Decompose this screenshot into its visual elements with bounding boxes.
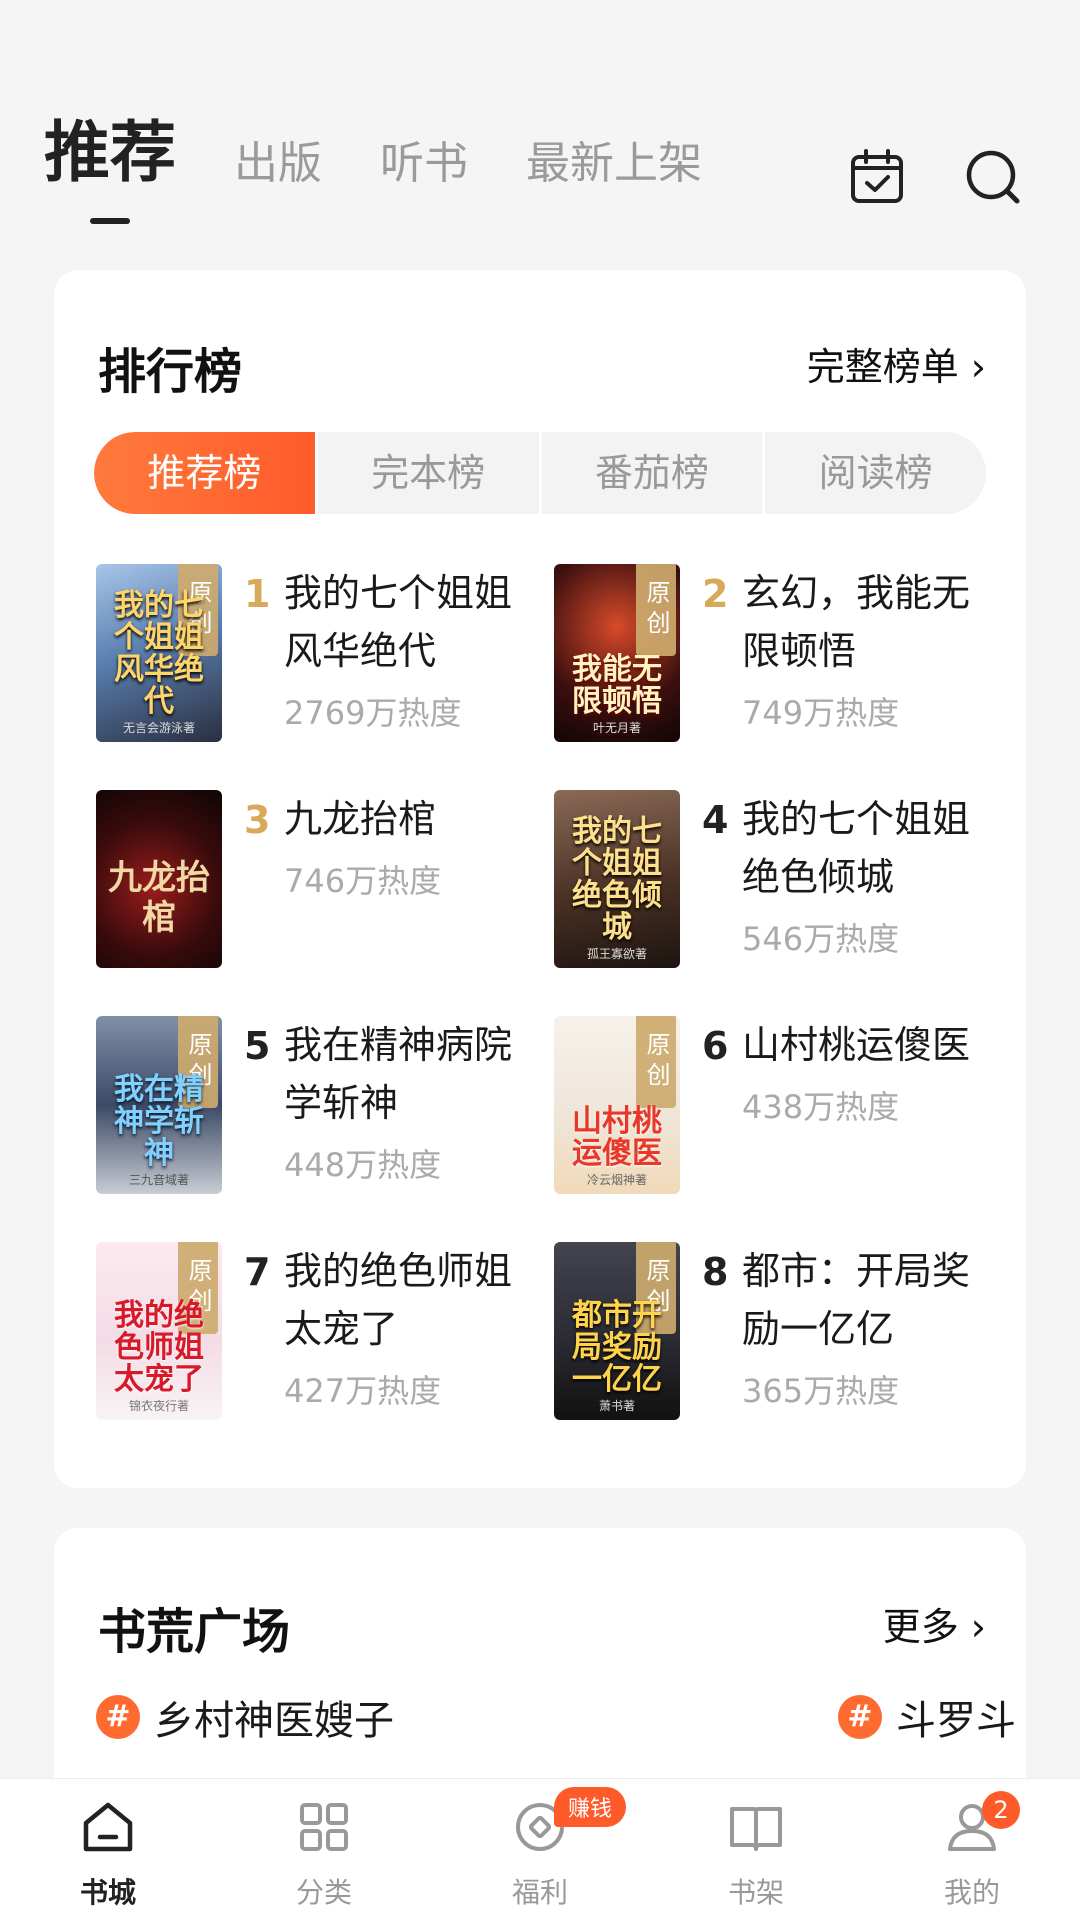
plaza-title: 书荒广场	[98, 1604, 291, 1660]
book-cover: 原创 我在精神学斩神 三九音域著	[96, 1016, 222, 1194]
book-heat: 427万热度	[284, 1372, 442, 1410]
plaza-tag-1[interactable]: # 乡村神医嫂子	[96, 1688, 394, 1746]
nav-profile[interactable]: 2 我的	[864, 1779, 1080, 1921]
book-cover: 原创 都市开局奖励一亿亿 萧书著	[554, 1242, 680, 1420]
book-cover: 原创 山村桃运傻医 冷云烟神著	[554, 1016, 680, 1194]
ranking-card: 排行榜 完整榜单 › 推荐榜 完本榜 番茄榜 阅读榜 原创 我的七个姐姐风华绝代…	[54, 270, 1026, 1488]
ranking-title: 排行榜	[98, 344, 243, 400]
book-item-4[interactable]: 我的七个姐姐绝色倾城 孤王寡欲著 4 我的七个姐姐绝色倾城 546万热度	[554, 790, 994, 980]
book-heat: 365万热度	[742, 1372, 900, 1410]
book-item-2[interactable]: 原创 我能无限顿悟 叶无月著 2 玄幻，我能无限顿悟 749万热度	[554, 564, 994, 754]
segment-recommend[interactable]: 推荐榜	[94, 432, 318, 514]
hashtag-icon: #	[96, 1695, 140, 1739]
rank-number: 3	[244, 798, 271, 842]
tab-new-arrivals[interactable]: 最新上架	[526, 142, 702, 186]
segment-completed[interactable]: 完本榜	[318, 432, 542, 514]
cover-author: 无言会游泳著	[122, 721, 195, 735]
cover-author: 冷云烟神著	[586, 1173, 647, 1187]
top-tabs: 推荐 出版 听书 最新上架	[44, 120, 760, 186]
book-title: 山村桃运傻医	[742, 1023, 971, 1067]
top-header: 推荐 出版 听书 最新上架	[0, 0, 1080, 260]
book-cover: 九龙抬棺	[96, 790, 222, 968]
book-item-8[interactable]: 原创 都市开局奖励一亿亿 萧书著 8 都市：开局奖励一亿亿 365万热度	[554, 1242, 994, 1432]
earn-money-badge: 赚钱	[554, 1787, 627, 1827]
book-item-7[interactable]: 原创 我的绝色师姐太宠了 锦衣夜行著 7 我的绝色师姐太宠了 427万热度	[96, 1242, 536, 1432]
book-title: 九龙抬棺	[284, 797, 437, 841]
book-item-1[interactable]: 原创 我的七个姐姐风华绝代 无言会游泳著 1 我的七个姐姐风华绝代 2769万热…	[96, 564, 536, 754]
book-item-5[interactable]: 原创 我在精神学斩神 三九音域著 5 我在精神病院学斩神 448万热度	[96, 1016, 536, 1206]
book-item-3[interactable]: 九龙抬棺 3 九龙抬棺 746万热度	[96, 790, 536, 980]
ranking-segment-control: 推荐榜 完本榜 番茄榜 阅读榜	[94, 432, 986, 514]
nav-label: 福利	[511, 1876, 568, 1909]
rank-number: 5	[244, 1024, 271, 1068]
segment-tomato[interactable]: 番茄榜	[542, 432, 766, 514]
bottom-navigation: 书城 分类 赚钱 福利 书架 2 我的	[0, 1778, 1080, 1921]
grid-icon	[300, 1803, 348, 1851]
nav-bookstore[interactable]: 书城	[0, 1779, 216, 1921]
rank-number: 2	[702, 572, 729, 616]
rank-number: 6	[702, 1024, 729, 1068]
tab-audiobook[interactable]: 听书	[380, 142, 468, 186]
tag-label: 乡村神医嫂子	[154, 1698, 394, 1744]
cover-title: 山村桃运傻医	[572, 1104, 662, 1171]
book-heat: 2769万热度	[284, 694, 462, 732]
cover-author: 锦衣夜行著	[128, 1399, 189, 1413]
cover-author: 孤王寡欲著	[586, 947, 647, 961]
book-title: 玄幻，我能无限顿悟	[742, 571, 971, 673]
nav-label: 分类	[295, 1876, 352, 1909]
book-item-6[interactable]: 原创 山村桃运傻医 冷云烟神著 6 山村桃运傻医 438万热度	[554, 1016, 994, 1206]
book-cover: 我的七个姐姐绝色倾城 孤王寡欲著	[554, 790, 680, 968]
home-icon	[83, 1802, 133, 1852]
search-icon[interactable]	[964, 148, 1022, 206]
cover-author: 萧书著	[598, 1399, 635, 1413]
tab-recommend[interactable]: 推荐	[44, 120, 176, 186]
original-badge: 原创	[636, 1016, 676, 1108]
nav-label: 书架	[727, 1876, 784, 1909]
tag-label: 斗罗斗	[896, 1698, 1016, 1744]
plaza-more-link[interactable]: 更多 ›	[883, 1596, 986, 1651]
full-ranking-link[interactable]: 完整榜单 ›	[807, 336, 986, 391]
cover-title: 我的七个姐姐风华绝代	[114, 588, 204, 719]
original-badge: 原创	[636, 564, 676, 656]
cover-title: 我的七个姐姐绝色倾城	[572, 814, 662, 945]
book-heat: 749万热度	[742, 694, 900, 732]
book-heat: 448万热度	[284, 1146, 442, 1184]
nav-bookshelf[interactable]: 书架	[648, 1779, 864, 1921]
book-title: 都市：开局奖励一亿亿	[742, 1249, 971, 1351]
nav-welfare[interactable]: 赚钱 福利	[432, 1779, 648, 1921]
book-title: 我的七个姐姐风华绝代	[284, 571, 513, 673]
book-cover: 原创 我的绝色师姐太宠了 锦衣夜行著	[96, 1242, 222, 1420]
book-cover: 原创 我能无限顿悟 叶无月著	[554, 564, 680, 742]
book-heat: 438万热度	[742, 1088, 900, 1126]
cover-title: 九龙抬棺	[108, 858, 210, 938]
book-title: 我的七个姐姐绝色倾城	[742, 797, 971, 899]
cover-title: 都市开局奖励一亿亿	[572, 1298, 662, 1397]
segment-reading[interactable]: 阅读榜	[765, 432, 986, 514]
book-icon	[730, 1807, 782, 1851]
nav-label: 书城	[79, 1876, 136, 1909]
book-heat: 546万热度	[742, 920, 900, 958]
rank-number: 7	[244, 1250, 271, 1294]
rank-number: 8	[702, 1250, 729, 1294]
book-heat: 746万热度	[284, 862, 442, 900]
hashtag-icon: #	[838, 1695, 882, 1739]
tab-publish[interactable]: 出版	[234, 142, 322, 186]
cover-title: 我能无限顿悟	[572, 652, 662, 719]
rank-number: 4	[702, 798, 729, 842]
nav-label: 我的	[943, 1876, 1000, 1909]
cover-author: 叶无月著	[592, 721, 641, 735]
book-title: 我在精神病院学斩神	[284, 1023, 513, 1125]
cover-author: 三九音域著	[128, 1173, 189, 1187]
nav-category[interactable]: 分类	[216, 1779, 432, 1921]
book-plaza-card: 书荒广场 更多 › # 乡村神医嫂子 # 斗罗斗	[54, 1528, 1026, 1788]
notification-badge: 2	[982, 1791, 1020, 1829]
rank-number: 1	[244, 572, 271, 616]
plaza-tag-2[interactable]: # 斗罗斗	[838, 1688, 1026, 1746]
cover-title: 我在精神学斩神	[114, 1072, 204, 1171]
book-cover: 原创 我的七个姐姐风华绝代 无言会游泳著	[96, 564, 222, 742]
calendar-check-icon[interactable]	[848, 148, 906, 206]
book-title: 我的绝色师姐太宠了	[284, 1249, 513, 1351]
cover-title: 我的绝色师姐太宠了	[114, 1298, 204, 1397]
